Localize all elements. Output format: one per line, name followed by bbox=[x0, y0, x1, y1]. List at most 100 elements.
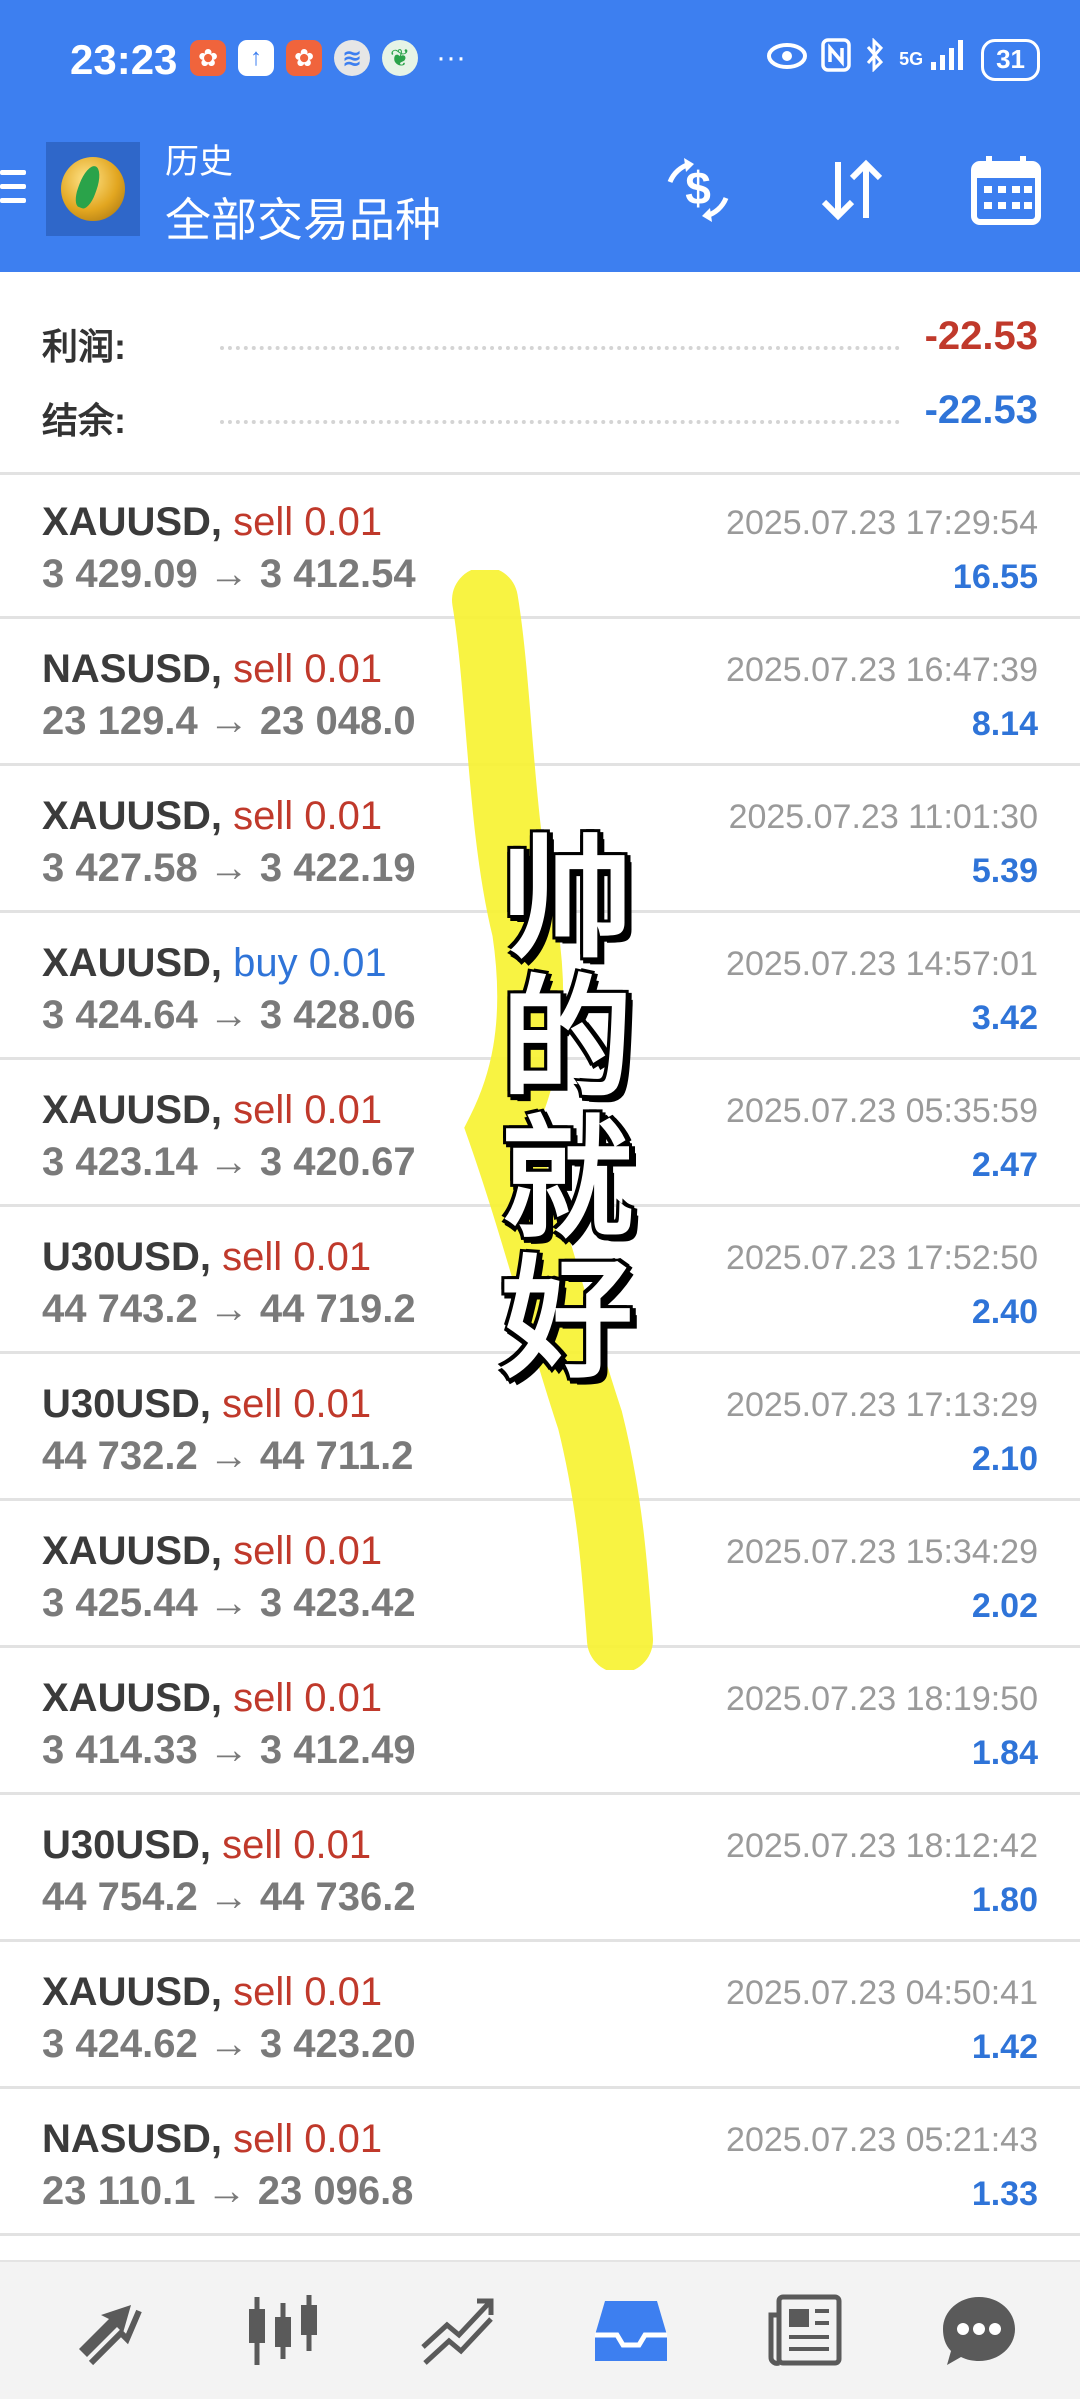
trade-time: 2025.07.23 05:21:43 bbox=[726, 2121, 1038, 2159]
trade-symbol: XAUUSD, bbox=[42, 1529, 223, 1573]
trade-time: 2025.07.23 04:50:41 bbox=[726, 1974, 1038, 2012]
trade-row[interactable]: XAUUSD, sell 0.01 3 423.14 → 3 420.67 2025… bbox=[0, 1060, 1080, 1207]
trade-side: buy 0.01 bbox=[233, 941, 387, 985]
trade-profit: 16.55 bbox=[952, 558, 1038, 596]
status-bar: 23:23 ✿ ↑ ✿ ≋ ❦ ··· 5G 31 bbox=[0, 0, 1080, 130]
trade-row[interactable]: U30USD, sell 0.01 44 743.2 → 44 719.2 2025… bbox=[0, 1207, 1080, 1354]
calendar-button[interactable] bbox=[966, 150, 1046, 230]
trade-symbol: NASUSD, bbox=[42, 647, 223, 691]
battery-icon: 31 bbox=[981, 38, 1040, 81]
trade-profit: 1.80 bbox=[971, 1881, 1038, 1919]
nav-history[interactable] bbox=[586, 2286, 676, 2376]
nav-news[interactable] bbox=[760, 2286, 850, 2376]
bluetooth-icon bbox=[865, 37, 885, 81]
nav-quotes[interactable] bbox=[64, 2286, 154, 2376]
trade-time: 2025.07.23 18:19:50 bbox=[726, 1680, 1038, 1718]
trade-side: sell 0.01 bbox=[233, 2117, 383, 2161]
trade-prices: 44 732.2 → 44 711.2 bbox=[42, 1434, 414, 1478]
trade-symbol: U30USD, bbox=[42, 1823, 211, 1867]
divider-dots bbox=[220, 346, 900, 350]
currency-icon: $ bbox=[667, 158, 729, 222]
audio-icon: ≋ bbox=[334, 40, 370, 76]
trade-profit: 2.47 bbox=[971, 1146, 1038, 1184]
network-type: 5G bbox=[899, 49, 924, 69]
trade-row[interactable]: XAUUSD, buy 0.012025.07.23 06:47:04 bbox=[0, 2236, 1080, 2260]
trade-prices: 3 424.64 → 3 428.06 bbox=[42, 993, 416, 1037]
trade-side: sell 0.01 bbox=[233, 1970, 383, 2014]
sort-button[interactable] bbox=[812, 150, 892, 230]
trade-symbol-line: XAUUSD, sell 0.01 bbox=[42, 1088, 382, 1133]
trade-profit: 8.14 bbox=[971, 705, 1038, 743]
chat-icon bbox=[943, 2297, 1015, 2365]
trade-symbol: XAUUSD, bbox=[42, 794, 223, 838]
trade-time: 2025.07.23 11:01:30 bbox=[728, 798, 1038, 836]
trade-row[interactable]: NASUSD, sell 0.01 23 110.1 → 23 096.8 2025… bbox=[0, 2089, 1080, 2236]
nav-trade[interactable] bbox=[412, 2286, 502, 2376]
balance-label: 结余: bbox=[42, 400, 126, 441]
signal-icon bbox=[929, 38, 967, 81]
menu-icon[interactable] bbox=[0, 170, 26, 212]
app-icon: ✿ bbox=[190, 40, 226, 76]
history-icon bbox=[595, 2301, 667, 2361]
profit-label: 利润: bbox=[42, 326, 126, 367]
trade-symbol: U30USD, bbox=[42, 1235, 211, 1279]
trade-symbol: U30USD, bbox=[42, 1382, 211, 1426]
trade-row[interactable]: XAUUSD, sell 0.01 3 429.09 → 3 412.54 2025… bbox=[0, 472, 1080, 619]
trade-time: 2025.07.23 15:34:29 bbox=[726, 1533, 1038, 1571]
trade-row[interactable]: NASUSD, sell 0.01 23 129.4 → 23 048.0 2025… bbox=[0, 619, 1080, 766]
balance-value: -22.53 bbox=[924, 388, 1038, 432]
trade-time: 2025.07.23 05:35:59 bbox=[726, 1092, 1038, 1130]
balance-row: 结余: -22.53 bbox=[0, 380, 1080, 450]
trade-row[interactable]: XAUUSD, buy 0.01 3 424.64 → 3 428.06 2025.… bbox=[0, 913, 1080, 1060]
status-right: 5G 31 bbox=[767, 37, 1040, 81]
svg-text:$: $ bbox=[685, 162, 711, 214]
summary-panel: 利润: -22.53 结余: -22.53 bbox=[0, 272, 1080, 475]
trade-symbol: XAUUSD, bbox=[42, 1676, 223, 1720]
trade-side: sell 0.01 bbox=[233, 1529, 383, 1573]
profit-value: -22.53 bbox=[924, 314, 1038, 358]
trade-icon bbox=[421, 2298, 494, 2365]
trade-profit: 3.42 bbox=[971, 999, 1038, 1037]
trade-symbol-line: XAUUSD, buy 0.01 bbox=[42, 941, 387, 986]
trade-row[interactable]: XAUUSD, sell 0.01 3 414.33 → 3 412.49 2025… bbox=[0, 1648, 1080, 1795]
trade-row[interactable]: U30USD, sell 0.01 44 754.2 → 44 736.2 2025… bbox=[0, 1795, 1080, 1942]
app-icon: ✿ bbox=[286, 40, 322, 76]
header-subtitle: 历史 bbox=[165, 143, 233, 181]
trade-prices: 3 424.62 → 3 423.20 bbox=[42, 2022, 416, 2066]
trade-symbol-line: XAUUSD, sell 0.01 bbox=[42, 1970, 382, 2015]
nav-chart[interactable] bbox=[238, 2286, 328, 2376]
trade-prices: 3 425.44 → 3 423.42 bbox=[42, 1581, 416, 1625]
header-title[interactable]: 全部交易品种 bbox=[165, 184, 441, 250]
trade-row[interactable]: XAUUSD, sell 0.01 3 427.58 → 3 422.19 2025… bbox=[0, 766, 1080, 913]
trade-profit: 2.10 bbox=[971, 1440, 1038, 1478]
battery-level: 31 bbox=[996, 44, 1025, 74]
trade-row[interactable]: XAUUSD, sell 0.01 3 424.62 → 3 423.20 2025… bbox=[0, 1942, 1080, 2089]
divider-dots bbox=[220, 420, 900, 424]
trade-time: 2025.07.23 18:12:42 bbox=[726, 1827, 1038, 1865]
trade-symbol-line: XAUUSD, sell 0.01 bbox=[42, 500, 382, 545]
nfc-icon bbox=[821, 38, 851, 81]
trade-history-list[interactable]: XAUUSD, sell 0.01 3 429.09 → 3 412.54 2025… bbox=[0, 472, 1080, 2260]
trade-side: sell 0.01 bbox=[222, 1235, 372, 1279]
trade-symbol-line: NASUSD, sell 0.01 bbox=[42, 647, 382, 692]
news-icon bbox=[768, 2294, 842, 2366]
profit-row: 利润: -22.53 bbox=[0, 306, 1080, 376]
trade-symbol: XAUUSD, bbox=[42, 941, 223, 985]
trade-symbol-line: U30USD, sell 0.01 bbox=[42, 1235, 371, 1280]
trade-symbol-line: U30USD, sell 0.01 bbox=[42, 1382, 371, 1427]
quotes-icon bbox=[79, 2305, 142, 2366]
trade-symbol: XAUUSD, bbox=[42, 1970, 223, 2014]
status-app-icons: ✿ ↑ ✿ ≋ ❦ ··· bbox=[190, 40, 466, 76]
nav-chat[interactable] bbox=[934, 2286, 1024, 2376]
trade-prices: 3 423.14 → 3 420.67 bbox=[42, 1140, 416, 1184]
trade-symbol-line: XAUUSD, sell 0.01 bbox=[42, 1676, 382, 1721]
status-time: 23:23 bbox=[70, 36, 178, 83]
trade-prices: 23 110.1 → 23 096.8 bbox=[42, 2169, 414, 2213]
currency-button[interactable]: $ bbox=[658, 150, 738, 230]
trade-time: 2025.07.23 17:52:50 bbox=[726, 1239, 1038, 1277]
trade-row[interactable]: XAUUSD, sell 0.01 3 425.44 → 3 423.42 2025… bbox=[0, 1501, 1080, 1648]
trade-row[interactable]: U30USD, sell 0.01 44 732.2 → 44 711.2 2025… bbox=[0, 1354, 1080, 1501]
trade-symbol-line: NASUSD, sell 0.01 bbox=[42, 2117, 382, 2162]
trade-prices: 3 414.33 → 3 412.49 bbox=[42, 1728, 416, 1772]
top-bar: 23:23 ✿ ↑ ✿ ≋ ❦ ··· 5G 31 历史 全部交易品种 $ bbox=[0, 0, 1080, 272]
